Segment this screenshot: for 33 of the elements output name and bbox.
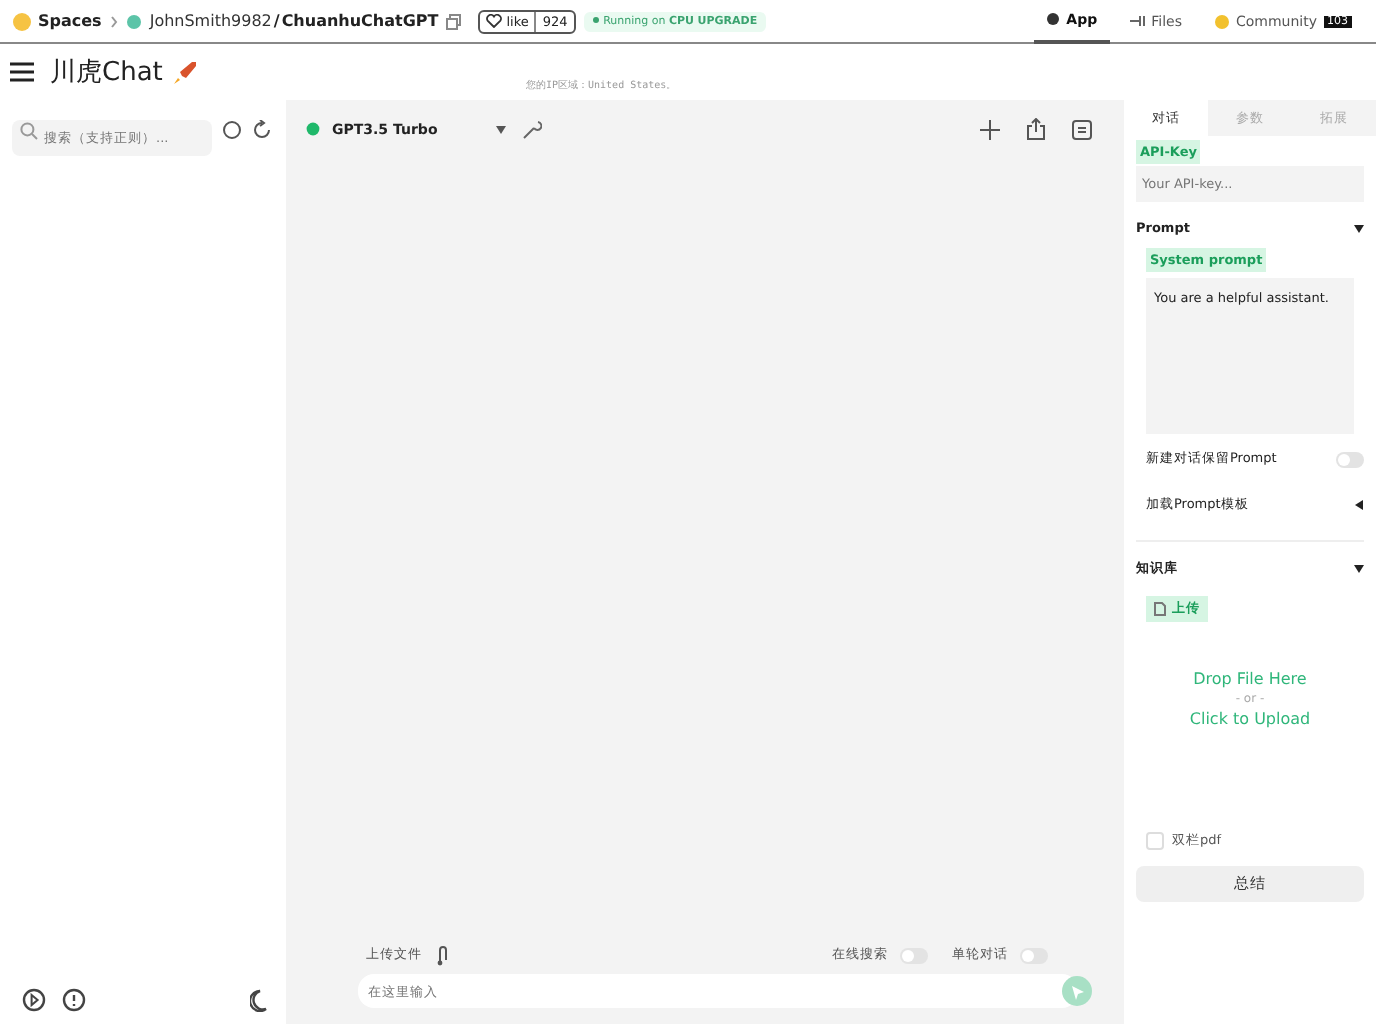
play-icon[interactable] bbox=[22, 988, 46, 1012]
triangle-icon[interactable] bbox=[1354, 564, 1364, 574]
upload-icon[interactable] bbox=[434, 944, 452, 966]
menu-icon[interactable] bbox=[10, 62, 34, 82]
file-icon bbox=[1154, 602, 1166, 616]
send-icon bbox=[1069, 983, 1085, 999]
triangle-icon[interactable] bbox=[1354, 500, 1364, 510]
owner-link[interactable]: JohnSmith9982 bbox=[149, 12, 272, 30]
checkbox[interactable] bbox=[1146, 832, 1164, 850]
app-icon bbox=[1046, 12, 1061, 26]
list-icon[interactable] bbox=[1072, 119, 1092, 139]
status-dot-icon bbox=[591, 15, 600, 23]
toggle-switch[interactable] bbox=[1020, 947, 1048, 963]
separator: / bbox=[273, 12, 280, 30]
repo-link[interactable]: ChuanhuChatGPT bbox=[281, 12, 439, 30]
app-title: 川虎Chat bbox=[50, 56, 163, 90]
files-icon bbox=[1129, 14, 1146, 28]
copy-icon[interactable] bbox=[446, 13, 463, 29]
chevron-icon bbox=[109, 15, 118, 27]
status-dot-icon bbox=[125, 13, 142, 29]
triangle-icon[interactable] bbox=[1354, 223, 1364, 233]
plus-icon[interactable] bbox=[980, 119, 1000, 139]
toggle-switch[interactable] bbox=[900, 947, 928, 963]
heart-icon bbox=[486, 14, 503, 28]
spaces-link[interactable]: Spaces bbox=[12, 11, 102, 31]
rocket-icon bbox=[172, 59, 199, 85]
toggle-switch[interactable] bbox=[1336, 451, 1364, 467]
share-icon[interactable] bbox=[1026, 118, 1046, 140]
search-icon bbox=[20, 121, 38, 139]
refresh-icon[interactable] bbox=[252, 120, 272, 140]
caret-icon bbox=[495, 125, 506, 133]
info-icon[interactable] bbox=[62, 988, 86, 1012]
community-icon bbox=[1213, 13, 1230, 29]
